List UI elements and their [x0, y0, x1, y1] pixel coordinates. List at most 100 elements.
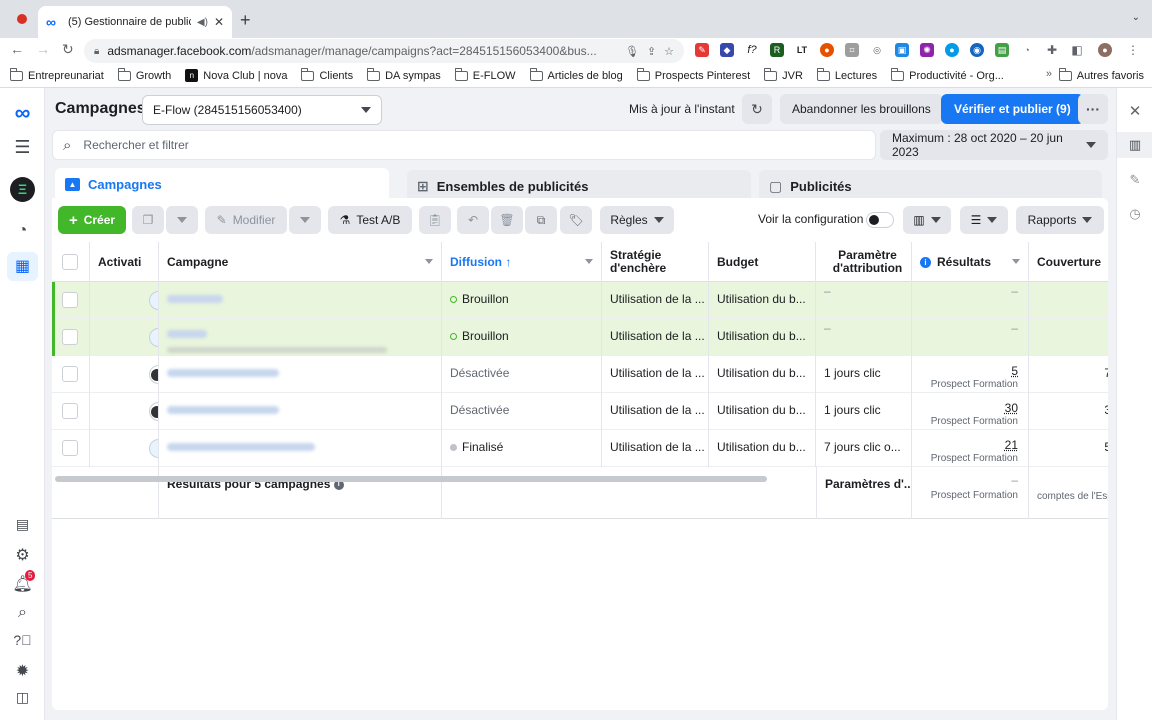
results-value[interactable]: 30 [1005, 401, 1018, 415]
preview-button[interactable]: ⧉ [525, 206, 557, 234]
undo-button[interactable]: ↶ [457, 206, 489, 234]
results-value[interactable]: 5 [1011, 364, 1018, 378]
bookmark-folder[interactable]: E-FLOW [454, 67, 516, 82]
bookmarks-overflow-button[interactable]: » [1046, 68, 1052, 80]
select-all-checkbox[interactable] [62, 254, 78, 270]
column-results[interactable]: i Résultats [912, 242, 1029, 282]
table-row[interactable]: Brouillon Utilisation de la ... Utilisat… [52, 319, 1108, 356]
extension-9-icon[interactable]: ▣ [895, 43, 909, 57]
clipboard-button[interactable]: 📋︎ [419, 206, 451, 234]
reload-icon[interactable]: ↻ [62, 41, 74, 58]
edit-menu-button[interactable] [289, 206, 321, 234]
extension-3-icon[interactable]: f? [745, 43, 759, 57]
table-row[interactable]: Désactivée Utilisation de la ... Utilisa… [52, 393, 1108, 430]
tab-campaigns[interactable]: ▲ Campagnes [55, 168, 389, 200]
extension-6-icon[interactable]: ● [820, 43, 834, 57]
omnibox[interactable]: 🔒︎ adsmanager.facebook.com/adsmanager/ma… [84, 39, 684, 63]
extension-1-icon[interactable]: ✎ [695, 43, 709, 57]
column-activation[interactable]: Activati [90, 242, 159, 282]
settings-gear-icon[interactable]: ⚙︎ [0, 545, 45, 565]
notifications-bell-icon[interactable]: 🔔︎ 5 [0, 570, 45, 594]
extension-12-icon[interactable]: ◉ [970, 43, 984, 57]
tab-search-icon[interactable]: ⌄ [1132, 12, 1140, 23]
close-icon[interactable]: ✕ [1117, 102, 1152, 120]
forward-icon[interactable]: → [36, 41, 50, 57]
share-icon[interactable]: ⇪ [647, 45, 656, 58]
extension-14-icon[interactable]: ◔ [1020, 43, 1034, 57]
delete-button[interactable]: 🗑︎ [491, 206, 523, 234]
discard-drafts-button[interactable]: Abandonner les brouillons [780, 94, 943, 124]
account-avatar[interactable]: Ξ [10, 177, 35, 202]
bookmark-folder[interactable]: JVR [764, 67, 803, 82]
bookmark-folder[interactable]: Entrepreunariat [10, 67, 104, 82]
meta-logo-icon[interactable]: ∞ [0, 100, 45, 126]
bookmark-folder[interactable]: Prospects Pinterest [636, 67, 750, 82]
campaign-name-cell[interactable] [159, 282, 442, 319]
extension-10-icon[interactable]: ✺ [920, 43, 934, 57]
info-icon[interactable]: i [920, 256, 931, 268]
bookmark-link[interactable]: n Nova Club | nova [185, 69, 287, 82]
extension-2-icon[interactable]: ◆ [720, 43, 734, 57]
column-attribution[interactable]: Paramètre d'attribution [816, 242, 912, 282]
bookmark-folder[interactable]: Growth [117, 67, 171, 82]
charts-icon[interactable]: ▥ [1117, 132, 1152, 158]
tab-close-icon[interactable]: ✕ [214, 15, 224, 29]
extensions-puzzle-icon[interactable]: ✚ [1045, 43, 1059, 57]
campaign-name-cell[interactable] [159, 393, 442, 430]
bookmark-folder[interactable]: Articles de blog [529, 67, 623, 82]
horizontal-scrollbar[interactable] [55, 476, 767, 482]
refresh-button[interactable]: ↻ [742, 94, 772, 124]
bookmark-folder[interactable]: Clients [301, 67, 353, 82]
pages-icon[interactable]: ▤ [0, 516, 45, 533]
row-checkbox[interactable] [62, 292, 78, 308]
ab-test-button[interactable]: ⚗︎ Test A/B [328, 206, 412, 234]
results-cell[interactable]: 5 Prospect Formation [912, 356, 1029, 393]
hamburger-menu-icon[interactable]: ☰ [0, 137, 45, 158]
back-icon[interactable]: ← [10, 41, 24, 57]
bookmark-folder[interactable]: Productivité - Org... [891, 67, 1004, 82]
history-clock-icon[interactable]: ◷ [1117, 206, 1152, 222]
create-button[interactable]: + Créer [58, 206, 126, 234]
campaign-name-cell[interactable] [159, 319, 442, 356]
results-value[interactable]: 21 [1005, 438, 1018, 452]
campaign-toggle[interactable] [149, 291, 158, 310]
campaign-toggle[interactable] [149, 402, 158, 421]
extension-11-icon[interactable]: ● [945, 43, 959, 57]
extension-8-icon[interactable]: ◎ [870, 43, 884, 57]
column-reach[interactable]: Couverture [1029, 242, 1108, 282]
duplicate-menu-button[interactable] [166, 206, 198, 234]
campaign-name-cell[interactable] [159, 430, 442, 467]
date-range-picker[interactable]: Maximum : 28 oct 2020 – 20 jun 2023 [880, 130, 1108, 160]
edit-pencil-icon[interactable]: ✎ [1117, 172, 1152, 188]
bug-report-icon[interactable]: ✹ [0, 661, 45, 681]
duplicate-button[interactable]: ❐ [132, 206, 164, 234]
column-budget[interactable]: Budget [709, 242, 816, 282]
table-row[interactable]: Finalisé Utilisation de la ... Utilisati… [52, 430, 1108, 467]
extension-13-icon[interactable]: ▤ [995, 43, 1009, 57]
reports-button[interactable]: Rapports [1016, 206, 1104, 234]
campaign-toggle[interactable] [149, 365, 158, 384]
bookmark-star-icon[interactable]: ☆ [664, 45, 674, 58]
extension-5-icon[interactable]: LT [795, 43, 809, 57]
side-panel-icon[interactable]: ◧ [1070, 43, 1084, 57]
more-options-button[interactable]: ··· [1078, 94, 1108, 124]
edit-button[interactable]: ✎ Modifier [205, 206, 287, 234]
search-icon[interactable]: ⌕ [0, 604, 45, 622]
column-delivery[interactable]: Diffusion ↑ [442, 242, 602, 282]
row-checkbox[interactable] [62, 366, 78, 382]
view-config-toggle[interactable] [866, 212, 894, 228]
columns-button[interactable]: ▥ [903, 206, 951, 234]
browser-tab[interactable]: ∞ (5) Gestionnaire de publicit ◀︎) ✕ [38, 6, 232, 38]
results-cell[interactable]: 21 Prospect Formation [912, 430, 1029, 467]
ad-account-selector[interactable]: E-Flow (284515156053400) [142, 95, 382, 125]
url-text[interactable]: adsmanager.facebook.com/adsmanager/manag… [107, 44, 617, 58]
review-publish-button[interactable]: Vérifier et publier (9) [941, 94, 1084, 124]
mic-icon[interactable]: 🎙︎ [625, 45, 639, 58]
profile-avatar[interactable]: ● [1098, 43, 1112, 57]
breakdown-button[interactable]: ☰ [960, 206, 1008, 234]
search-filter-bar[interactable]: ⌕ Rechercher et filtrer [52, 130, 876, 160]
collapse-panel-icon[interactable]: ◫ [0, 689, 45, 706]
column-campaign[interactable]: Campagne [159, 242, 442, 282]
row-checkbox[interactable] [62, 329, 78, 345]
browser-menu-icon[interactable]: ⋮ [1126, 43, 1140, 57]
